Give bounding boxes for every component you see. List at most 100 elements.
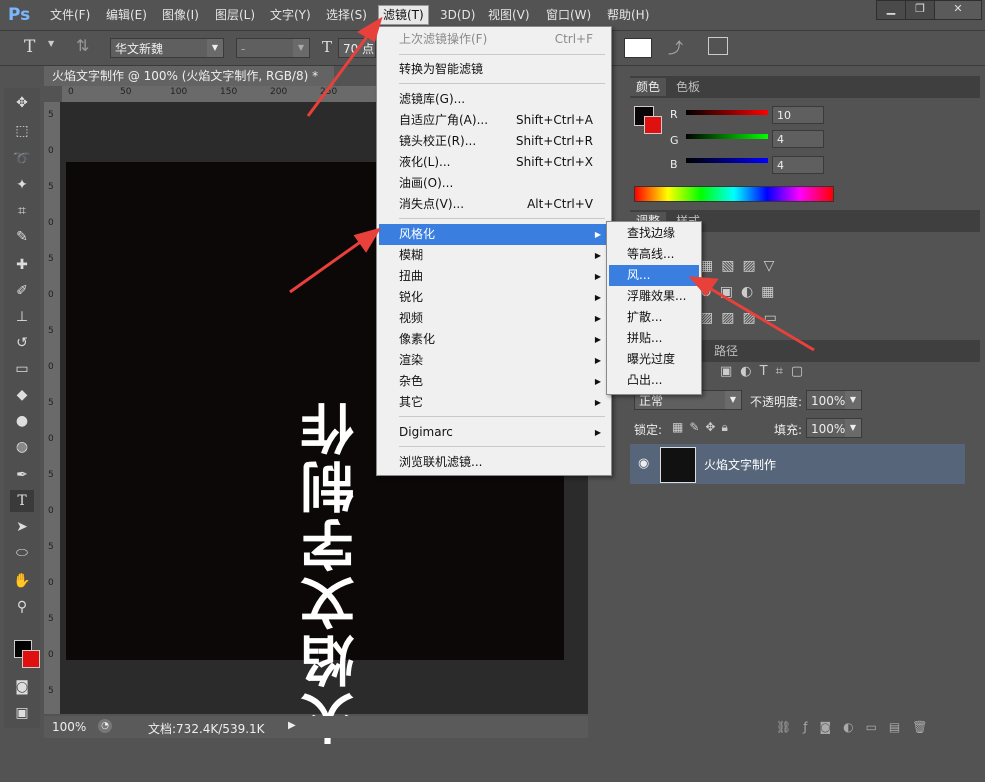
document-tab[interactable]: 火焰文字制作 @ 100% (火焰文字制作, RGB/8) * <box>44 66 334 86</box>
blur-tool-icon[interactable]: ● <box>10 410 34 432</box>
menu-item-blur[interactable]: 模糊 ▶ <box>379 245 609 266</box>
b-value-field[interactable]: 4 <box>772 156 824 174</box>
character-panel-icon[interactable] <box>708 37 728 55</box>
menu-item-distort[interactable]: 扭曲 ▶ <box>379 266 609 287</box>
menu-edit[interactable]: 编辑(E) <box>102 6 151 24</box>
opacity-field[interactable]: 100% ▼ <box>806 390 862 410</box>
ruler-label: 5 <box>48 614 54 624</box>
menu-select[interactable]: 选择(S) <box>322 6 371 24</box>
font-family-select[interactable]: 华文新魏 ▼ <box>110 38 224 58</box>
eyedropper-tool-icon[interactable]: ✎ <box>10 226 34 248</box>
type-tool-icon[interactable]: T <box>10 490 34 512</box>
tab-color[interactable]: 颜色 <box>630 78 667 96</box>
font-style-select[interactable]: - ▼ <box>236 38 310 58</box>
status-info-icon[interactable]: ◔ <box>98 719 112 733</box>
adjustment-icons-row-1[interactable]: ▦▧▨▽ <box>700 258 782 274</box>
menu-item-lens-correction[interactable]: 镜头校正(R)... Shift+Ctrl+R <box>379 131 609 152</box>
submenu-item-emboss[interactable]: 浮雕效果... <box>609 286 699 307</box>
restore-button[interactable]: ❐ <box>905 0 935 20</box>
warp-text-icon[interactable]: ⤴ <box>668 37 683 58</box>
menu-filter[interactable]: 滤镜(T) <box>378 5 429 25</box>
close-button[interactable]: ✕ <box>934 0 982 20</box>
paint-bucket-tool-icon[interactable]: ◆ <box>10 384 34 406</box>
path-selection-tool-icon[interactable]: ➤ <box>10 516 34 538</box>
submenu-item-solarize[interactable]: 曝光过度 <box>609 349 699 370</box>
tool-preset-arrow-icon[interactable]: ▼ <box>48 39 54 48</box>
history-brush-tool-icon[interactable]: ↺ <box>10 332 34 354</box>
quick-mask-icon[interactable]: ◙ <box>10 676 34 698</box>
layer-row[interactable]: ◉ 火焰文字制作 <box>630 444 965 484</box>
background-color-swatch[interactable] <box>644 116 662 134</box>
menu-image[interactable]: 图像(I) <box>158 6 203 24</box>
fill-field[interactable]: 100% ▼ <box>806 418 862 438</box>
eye-icon[interactable]: ◉ <box>638 456 649 471</box>
menu-item-oil-paint[interactable]: 油画(O)... <box>379 173 609 194</box>
layer-name[interactable]: 火焰文字制作 <box>704 456 776 473</box>
menu-item-last-filter[interactable]: 上次滤镜操作(F) Ctrl+F <box>379 29 609 50</box>
text-color-swatch[interactable] <box>624 38 652 58</box>
menu-item-digimarc[interactable]: Digimarc ▶ <box>379 422 609 443</box>
move-tool-icon[interactable]: ✥ <box>10 92 34 114</box>
zoom-level[interactable]: 100% <box>52 720 86 734</box>
menu-file[interactable]: 文件(F) <box>46 6 94 24</box>
layer-actions-icons[interactable]: ⛓ƒ◙◐▭▤🗑︎ <box>776 720 939 734</box>
g-value-field[interactable]: 4 <box>772 130 824 148</box>
ellipse-tool-icon[interactable]: ⬭ <box>10 542 34 564</box>
menu-window[interactable]: 窗口(W) <box>542 6 595 24</box>
g-slider[interactable] <box>686 134 768 139</box>
b-slider[interactable] <box>686 158 768 163</box>
crop-tool-icon[interactable]: ⌗ <box>10 200 34 222</box>
menu-item-pixelate[interactable]: 像素化 ▶ <box>379 329 609 350</box>
menu-item-stylize[interactable]: 风格化 ▶ <box>379 224 609 245</box>
eraser-tool-icon[interactable]: ▭ <box>10 358 34 380</box>
zoom-tool-icon[interactable]: ⚲ <box>10 596 34 618</box>
submenu-item-diffuse[interactable]: 扩散... <box>609 307 699 328</box>
r-slider[interactable] <box>686 110 768 115</box>
adjustment-icons-row-3[interactable]: ▨▨▨▭ <box>700 310 785 326</box>
lock-icons[interactable]: ▦✎✥🔒︎ <box>672 420 734 435</box>
brush-tool-icon[interactable]: ✐ <box>10 280 34 302</box>
minimize-button[interactable]: ▁ <box>876 0 906 20</box>
dodge-tool-icon[interactable]: ◍ <box>10 436 34 458</box>
r-value-field[interactable]: 10 <box>772 106 824 124</box>
menu-item-liquify[interactable]: 液化(L)... Shift+Ctrl+X <box>379 152 609 173</box>
background-color-swatch[interactable] <box>22 650 40 668</box>
tab-paths[interactable]: 路径 <box>708 342 744 360</box>
menu-help[interactable]: 帮助(H) <box>603 6 653 24</box>
marquee-tool-icon[interactable]: ⬚ <box>10 120 34 142</box>
tab-swatches[interactable]: 色板 <box>670 78 706 96</box>
magic-wand-tool-icon[interactable]: ✦ <box>10 174 34 196</box>
submenu-item-find-edges[interactable]: 查找边缘 <box>609 223 699 244</box>
menu-item-noise[interactable]: 杂色 ▶ <box>379 371 609 392</box>
menu-item-vanishing-point[interactable]: 消失点(V)... Alt+Ctrl+V <box>379 194 609 215</box>
menu-item-filter-gallery[interactable]: 滤镜库(G)... <box>379 89 609 110</box>
menu-view[interactable]: 视图(V) <box>484 6 534 24</box>
screen-mode-icon[interactable]: ▣ <box>10 702 34 724</box>
pen-tool-icon[interactable]: ✒ <box>10 464 34 486</box>
menu-3d[interactable]: 3D(D) <box>436 6 479 24</box>
menu-item-video[interactable]: 视频 ▶ <box>379 308 609 329</box>
menu-item-adaptive-wide-angle[interactable]: 自适应广角(A)... Shift+Ctrl+A <box>379 110 609 131</box>
status-menu-arrow-icon[interactable]: ▶ <box>288 720 296 731</box>
menu-item-browse-online-filters[interactable]: 浏览联机滤镜... <box>379 452 609 473</box>
menu-type[interactable]: 文字(Y) <box>266 6 315 24</box>
adjustment-icons-row-2[interactable]: ⊙▣◐▦ <box>700 284 782 300</box>
menu-item-convert-smart-filter[interactable]: 转换为智能滤镜 <box>379 59 609 80</box>
clone-stamp-tool-icon[interactable]: ⊥ <box>10 306 34 328</box>
type-tool-icon[interactable]: T <box>24 37 35 57</box>
layer-filter-icons[interactable]: ▣◐T⌗▢ <box>720 364 811 379</box>
menu-layer[interactable]: 图层(L) <box>211 6 259 24</box>
menu-item-render[interactable]: 渲染 ▶ <box>379 350 609 371</box>
font-size-select[interactable]: 70 点 <box>338 38 376 58</box>
menu-item-sharpen[interactable]: 锐化 ▶ <box>379 287 609 308</box>
submenu-item-extrude[interactable]: 凸出... <box>609 370 699 391</box>
submenu-item-tiles[interactable]: 拼贴... <box>609 328 699 349</box>
submenu-item-wind[interactable]: 风... <box>609 265 699 286</box>
text-orientation-icon[interactable]: ⇅ <box>76 36 89 55</box>
submenu-item-trace-contour[interactable]: 等高线... <box>609 244 699 265</box>
hand-tool-icon[interactable]: ✋ <box>10 570 34 592</box>
healing-brush-tool-icon[interactable]: ✚ <box>10 254 34 276</box>
lasso-tool-icon[interactable]: ➰ <box>10 148 34 170</box>
color-spectrum-bar[interactable] <box>634 186 834 202</box>
menu-item-other[interactable]: 其它 ▶ <box>379 392 609 413</box>
